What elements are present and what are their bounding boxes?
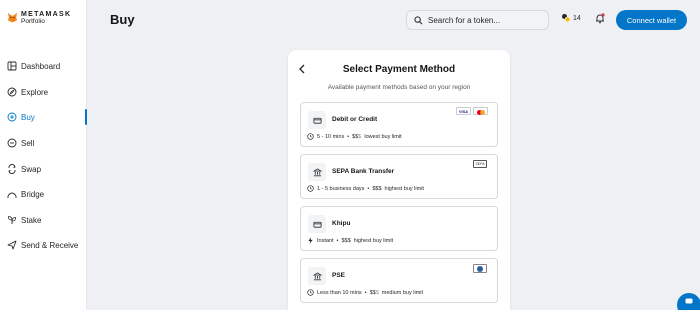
network-count: 14 <box>573 14 581 22</box>
sidebar-item-send-receive[interactable]: Send & Receive <box>0 236 87 254</box>
method-name: SEPA Bank Transfer <box>332 168 395 175</box>
payment-method-sepa[interactable]: SEPA Bank Transfer SEPA 1 - 5 business d… <box>300 154 498 199</box>
panel-subtitle: Available payment methods based on your … <box>327 84 471 91</box>
method-cost: $$$ <box>372 185 382 192</box>
brand-title: METAMASK <box>21 11 72 18</box>
sidebar-item-label: Buy <box>21 112 35 122</box>
clock-icon <box>307 289 314 296</box>
payment-method-debit-credit[interactable]: Debit or Credit VISA 5 - 10 mins • $$$ l… <box>300 102 498 147</box>
brand-subtitle: Portfolio <box>21 18 45 25</box>
chat-support-button[interactable] <box>677 293 700 310</box>
sidebar-item-label: Sell <box>21 138 35 148</box>
bridge-icon <box>7 189 17 199</box>
card-icon <box>308 215 326 233</box>
sidebar-item-explore[interactable]: Explore <box>0 83 87 101</box>
payment-method-pse[interactable]: PSE Less than 10 mins • $$$ medium buy l… <box>300 258 498 303</box>
page-title: Buy <box>110 12 135 27</box>
sidebar-item-stake[interactable]: Stake <box>0 211 87 229</box>
bell-icon[interactable] <box>595 13 605 24</box>
send-icon <box>7 240 17 250</box>
swap-icon <box>7 164 17 174</box>
sidebar: METAMASK Portfolio Dashboard Explore Buy… <box>0 0 87 310</box>
card-icon <box>308 111 326 129</box>
sidebar-item-sell[interactable]: Sell <box>0 134 87 152</box>
method-limit: medium buy limit <box>381 289 424 296</box>
search-input[interactable] <box>428 15 538 25</box>
sidebar-item-label: Dashboard <box>21 61 61 71</box>
pse-logo <box>473 264 487 273</box>
sidebar-item-label: Bridge <box>21 189 45 199</box>
mastercard-icon <box>473 107 488 115</box>
minus-circle-icon <box>7 138 17 148</box>
chat-icon <box>685 298 693 304</box>
method-time: Less than 10 mins <box>317 289 362 296</box>
clock-icon <box>307 133 314 140</box>
dashboard-icon <box>7 61 17 71</box>
stake-icon <box>7 215 17 225</box>
method-cost: $$$ <box>341 237 351 244</box>
sidebar-item-swap[interactable]: Swap <box>0 160 87 178</box>
method-name: Debit or Credit <box>332 116 378 123</box>
visa-logo: VISA <box>456 107 471 115</box>
search-icon <box>414 15 423 24</box>
method-cost: $$$ <box>352 133 362 140</box>
sepa-logo: SEPA <box>473 160 487 168</box>
payment-method-panel: Select Payment Method Available payment … <box>288 50 510 310</box>
sidebar-item-bridge[interactable]: Bridge <box>0 185 87 203</box>
payment-method-khipu[interactable]: Khipu Instant • $$$ highest buy limit <box>300 206 498 251</box>
connect-wallet-button[interactable]: Connect wallet <box>616 10 687 30</box>
lightning-icon <box>308 237 313 244</box>
panel-title: Select Payment Method <box>342 64 456 75</box>
network-selector[interactable]: 14 <box>561 13 581 23</box>
metamask-logo[interactable]: METAMASK Portfolio <box>7 11 71 26</box>
networks-icon <box>562 14 571 23</box>
sidebar-item-label: Explore <box>21 87 49 97</box>
bank-icon <box>308 267 326 285</box>
plus-circle-icon <box>7 112 17 122</box>
sidebar-item-label: Send & Receive <box>21 240 79 250</box>
method-limit: lowest buy limit <box>364 133 402 140</box>
method-time: 5 - 10 mins <box>317 133 345 140</box>
search-bar[interactable] <box>406 10 549 30</box>
sidebar-item-dashboard[interactable]: Dashboard <box>0 57 87 75</box>
method-cost: $$$ <box>369 289 379 296</box>
method-time: 1 - 5 business days <box>317 185 365 192</box>
fox-icon <box>7 12 18 23</box>
clock-icon <box>307 185 314 192</box>
method-time: Instant <box>317 237 334 244</box>
bank-icon <box>308 163 326 181</box>
compass-icon <box>7 87 17 97</box>
method-limit: highest buy limit <box>384 185 424 192</box>
method-name: Khipu <box>332 220 351 227</box>
sidebar-item-label: Swap <box>21 164 42 174</box>
sidebar-item-buy[interactable]: Buy <box>0 108 87 126</box>
method-limit: highest buy limit <box>353 237 394 244</box>
sidebar-item-label: Stake <box>21 215 42 225</box>
method-name: PSE <box>332 272 346 279</box>
